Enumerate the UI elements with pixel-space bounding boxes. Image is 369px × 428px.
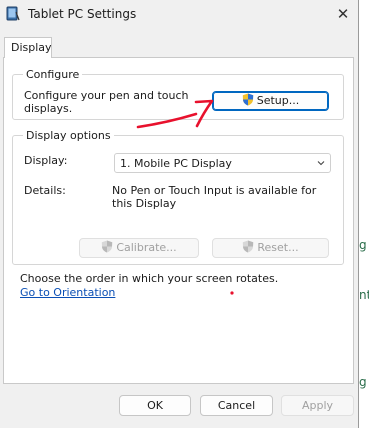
display-label: Display: <box>24 154 68 167</box>
background-text-fragment: nt <box>359 288 369 302</box>
display-select[interactable]: 1. Mobile PC Display <box>114 153 331 173</box>
configure-description: Configure your pen and touch displays. <box>24 89 189 115</box>
background-text-fragment: g <box>359 375 367 389</box>
details-label: Details: <box>24 184 66 197</box>
close-icon: ✕ <box>336 5 350 23</box>
display-options-group-label: Display options <box>23 129 114 142</box>
reset-button[interactable]: Reset... <box>212 238 329 258</box>
configure-group-label: Configure <box>23 68 83 81</box>
calibrate-button[interactable]: Calibrate... <box>79 238 199 258</box>
cancel-button-label: Cancel <box>217 399 256 412</box>
calibrate-button-label: Calibrate... <box>116 241 177 254</box>
setup-button[interactable]: Setup... <box>212 91 329 111</box>
setup-button-label: Setup... <box>256 94 300 107</box>
title-bar: Tablet PC Settings ✕ <box>0 0 358 30</box>
ok-button[interactable]: OK <box>119 395 191 416</box>
tablet-pc-icon <box>6 6 20 21</box>
details-value: No Pen or Touch Input is available for t… <box>112 184 317 210</box>
tab-label: Display <box>11 41 52 54</box>
tablet-pc-settings-dialog: Tablet PC Settings ✕ Display Configure C… <box>0 0 359 428</box>
tab-display[interactable]: Display <box>4 37 52 58</box>
window-title: Tablet PC Settings <box>28 7 137 21</box>
background-text-fragment: g <box>359 238 367 252</box>
go-to-orientation-link[interactable]: Go to Orientation <box>20 286 115 299</box>
cancel-button[interactable]: Cancel <box>200 395 273 416</box>
uac-shield-icon <box>102 240 113 253</box>
apply-button[interactable]: Apply <box>281 395 354 416</box>
uac-shield-icon <box>243 240 254 253</box>
tab-panel-display: Configure Configure your pen and touch d… <box>3 57 354 384</box>
chevron-down-icon <box>317 161 325 166</box>
uac-shield-icon <box>242 93 253 106</box>
reset-button-label: Reset... <box>257 241 299 254</box>
apply-button-label: Apply <box>301 399 334 412</box>
orientation-description: Choose the order in which your screen ro… <box>20 272 279 285</box>
close-button[interactable]: ✕ <box>330 3 356 27</box>
ok-button-label: OK <box>147 399 163 412</box>
display-select-value: 1. Mobile PC Display <box>120 157 232 170</box>
background-window <box>359 0 369 428</box>
